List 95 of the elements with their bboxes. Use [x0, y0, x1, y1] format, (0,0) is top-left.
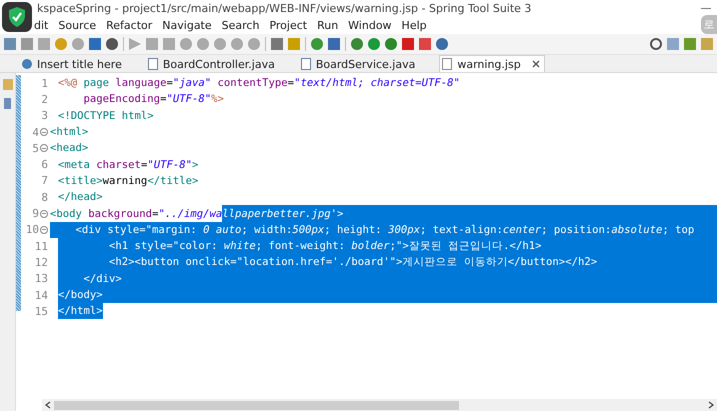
file-icon [442, 58, 452, 70]
scroll-right-icon[interactable] [708, 401, 714, 409]
menu-item[interactable]: Search [222, 18, 260, 32]
collapse-icon[interactable] [40, 128, 48, 136]
code-text: pageEncoding [82, 92, 160, 108]
menu-item[interactable]: Run [317, 18, 338, 32]
code-text: %> [211, 92, 224, 108]
menu-item[interactable]: Navigate [162, 18, 212, 32]
line-number: 9 [32, 207, 39, 220]
code-text: white [224, 238, 256, 254]
code-text: ; text-align: [420, 222, 503, 238]
code-text: "UTF-8" [147, 158, 192, 173]
code-text: </title> [147, 174, 198, 189]
code-text: </div> [58, 270, 122, 287]
tab-label: BoardController.java [162, 58, 275, 70]
tab-label: warning.jsp [457, 58, 521, 70]
code-text: warning [102, 174, 148, 189]
collapse-icon[interactable] [40, 144, 48, 152]
line-number: 5 [32, 142, 39, 155]
line-number: 8 [41, 190, 48, 204]
code-text: = [160, 92, 166, 108]
code-text: <head> [50, 141, 88, 156]
code-text: contentType [216, 76, 288, 92]
code-text: = [152, 206, 158, 222]
code-text: "UTF-8" [166, 92, 212, 108]
code-text: > [337, 205, 344, 222]
line-number: 12 [34, 256, 48, 269]
code-text: </body> [58, 286, 103, 304]
line-number: 4 [32, 126, 39, 139]
code-text: <h1 style="color: [58, 238, 224, 254]
line-number: 2 [41, 92, 48, 106]
code-text: > [192, 158, 198, 173]
code-text: </html> [58, 303, 103, 320]
code-text: ;">잘못된 접근입니다.</h1> [390, 238, 542, 254]
code-text: <html> [50, 125, 88, 140]
code-text: ; font-weight: [256, 238, 352, 254]
scroll-left-icon[interactable] [45, 401, 51, 409]
code-text: ; width: [241, 222, 292, 238]
tab-label: BoardService.java [316, 58, 416, 70]
line-number: 1 [41, 76, 48, 90]
line-number: 15 [34, 304, 48, 318]
code-text: = [166, 76, 173, 92]
code-text: bolder [351, 238, 390, 254]
code-text: "java" [172, 76, 212, 92]
resume-icon[interactable] [129, 38, 141, 50]
editor-tab[interactable]: warning.jsp [439, 55, 545, 72]
code-text: = [288, 76, 294, 92]
code-text: absolute [611, 222, 662, 238]
menu-item[interactable]: Project [269, 18, 308, 32]
line-number: 13 [34, 272, 48, 286]
code-text: <body [50, 206, 82, 222]
code-text: "text/html; charset=UTF-8" [294, 76, 460, 92]
code-text: 300px [388, 222, 420, 238]
menu-item[interactable]: Help [402, 18, 427, 32]
code-text: background [87, 206, 152, 222]
code-text: <title> [58, 174, 103, 189]
code-text: center [502, 222, 542, 238]
menu-item[interactable]: Window [348, 18, 392, 32]
horizontal-scrollbar[interactable] [42, 399, 717, 411]
code-editor[interactable] [16, 73, 717, 411]
code-text: <h2><button onclick="location.href='./board'">게시판으로 이동하기</button></h2> [58, 254, 598, 271]
code-text: charset [96, 158, 141, 173]
code-text: ; position: [541, 222, 612, 238]
code-text: <%@ [58, 76, 78, 92]
code-text: 500px [292, 222, 324, 238]
menu-item[interactable]: Refactor [106, 18, 152, 32]
line-number: 10 [26, 223, 39, 236]
menu-item[interactable]: Source [58, 18, 96, 32]
collapse-icon[interactable] [40, 226, 48, 234]
code-text: ; top [662, 222, 694, 238]
collapse-icon[interactable] [40, 210, 48, 218]
code-text: <!DOCTYPE html> [58, 108, 154, 124]
code-text: page [82, 76, 110, 92]
code-text: <div style="margin: [50, 222, 204, 238]
line-number: 7 [41, 174, 48, 188]
code-text: 0 auto [203, 222, 242, 238]
tab-label: Insert title here [37, 58, 122, 70]
close-icon[interactable] [532, 60, 540, 68]
editor-tab[interactable]: BoardController.java [146, 56, 297, 72]
line-number: 3 [41, 109, 48, 122]
code-text: </head> [58, 190, 103, 206]
code-text: ; height: [324, 222, 388, 238]
editor-tab[interactable]: BoardService.java [298, 56, 438, 72]
code-text: llpaperbetter.jpg' [222, 205, 338, 222]
code-text: <meta [58, 158, 91, 173]
editor-tab[interactable]: Insert title here [20, 56, 144, 72]
line-number: 6 [41, 158, 48, 172]
line-number: 11 [34, 240, 48, 253]
code-text: "../img/wa [158, 206, 222, 222]
code-text: = [140, 158, 148, 173]
window-title: kspaceSpring - project1/src/main/webapp/WEB-INF/views/warning.jsp - Spring Tool Suite 3 [37, 2, 532, 14]
shield-check-icon[interactable] [2, 2, 32, 32]
code-text: language [115, 76, 166, 92]
menu-item[interactable]: dit [34, 18, 48, 32]
line-number: 14 [34, 288, 48, 302]
